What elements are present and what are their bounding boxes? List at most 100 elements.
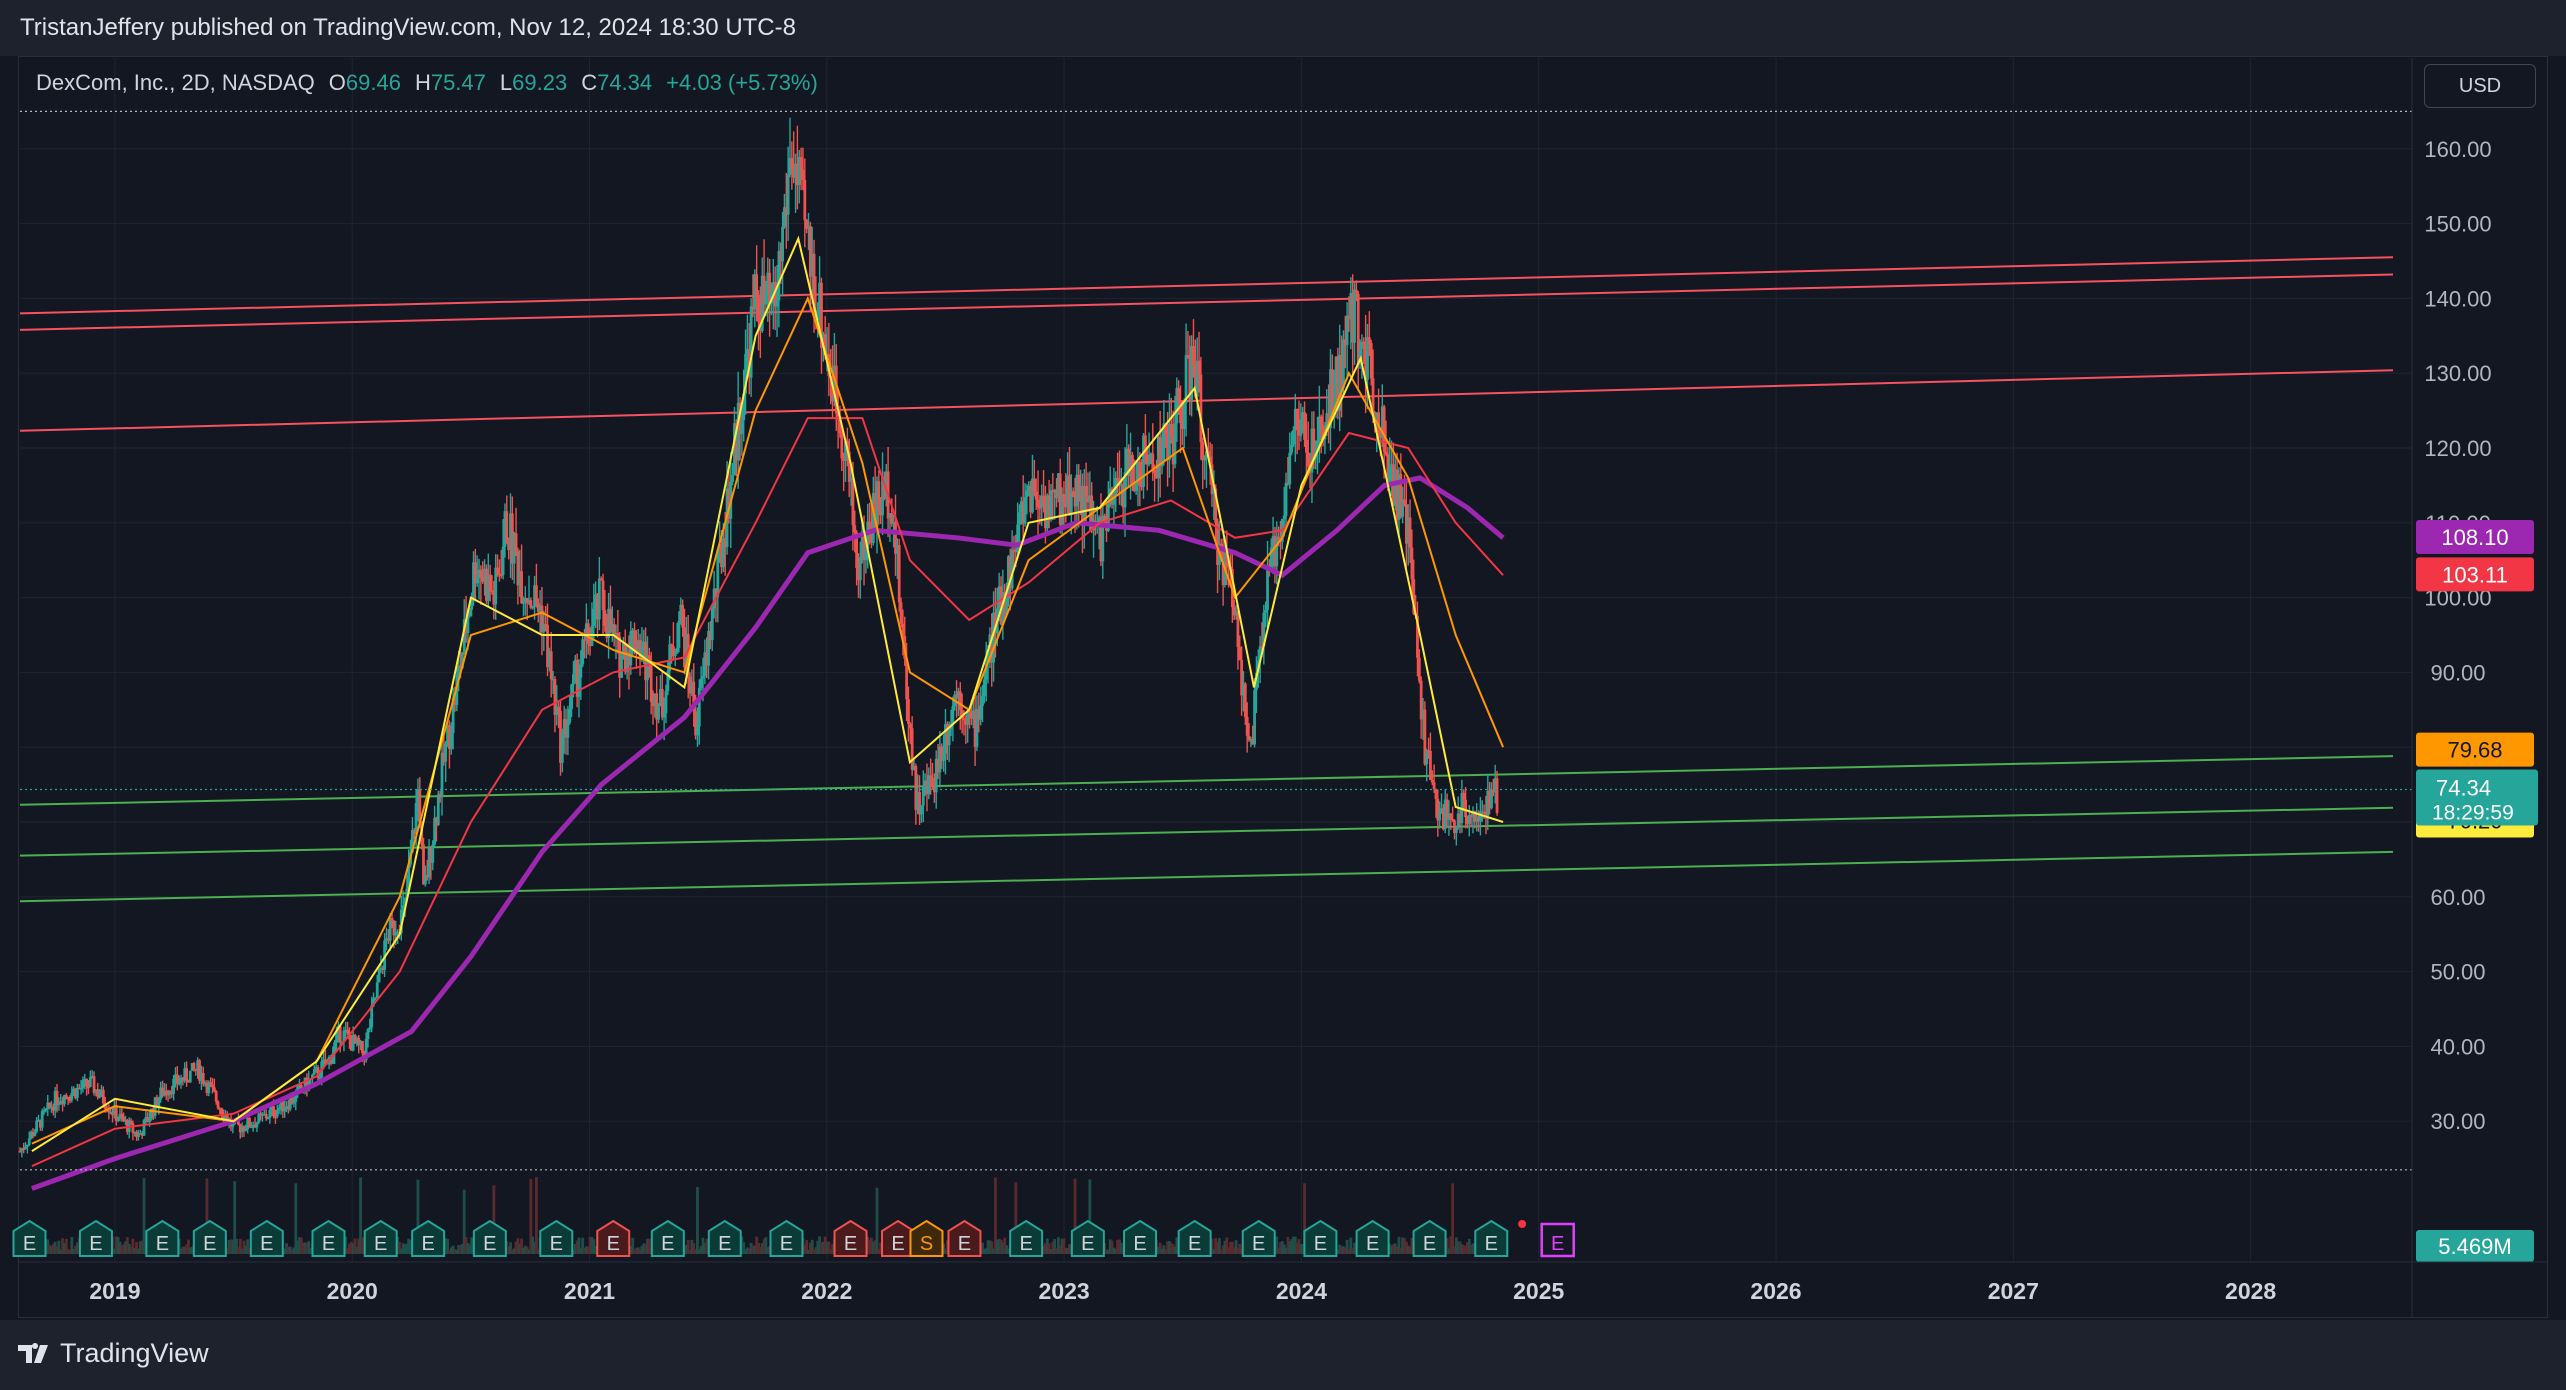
candle-body: [1103, 515, 1107, 521]
candle-body: [577, 677, 581, 697]
earnings-event-label: E: [1423, 1233, 1436, 1255]
candle-body: [927, 775, 931, 794]
countdown-label: 18:29:59: [2432, 802, 2514, 825]
candle-body: [268, 1109, 272, 1118]
low-value: 69.23: [512, 70, 568, 95]
y-tick-label: 160.00: [2424, 137, 2491, 162]
tradingview-logo[interactable]: TradingView: [18, 1338, 209, 1369]
candle-body: [1018, 512, 1021, 525]
candle-body: [699, 678, 703, 688]
candle-body: [670, 644, 673, 647]
volume-tag-label: 5.469M: [2438, 1234, 2511, 1259]
candle-body: [1345, 315, 1349, 346]
candle-body: [1253, 690, 1256, 745]
candle-body: [560, 734, 564, 763]
candle-body: [696, 726, 699, 736]
earnings-event-label: E: [1366, 1233, 1379, 1255]
candle-body: [1462, 792, 1466, 800]
high-label: H: [414, 70, 431, 95]
candle-body: [1197, 360, 1201, 375]
candle-body: [1384, 451, 1388, 455]
earnings-event-label: E: [421, 1233, 434, 1255]
candle-body: [64, 1095, 68, 1097]
price-tag: 103.11: [2442, 562, 2508, 587]
candle-body: [864, 548, 868, 561]
candle-body: [1236, 611, 1240, 648]
candle-body: [840, 433, 844, 459]
candle-body: [1243, 683, 1247, 717]
candles: [18, 117, 1499, 1158]
volume-bar: [535, 1176, 538, 1254]
candle-body: [479, 569, 483, 578]
close-value: 74.34: [597, 70, 653, 95]
low-label: L: [499, 70, 513, 95]
earnings-event-label: E: [483, 1233, 496, 1255]
candle-body: [55, 1090, 59, 1105]
candle-body: [373, 997, 377, 999]
earnings-event-label: E: [1485, 1233, 1498, 1255]
candle-body: [368, 1027, 372, 1030]
earnings-event-label: E: [1551, 1233, 1564, 1255]
candle-body: [231, 1124, 235, 1127]
x-tick-label: 2019: [89, 1278, 140, 1304]
candle-body: [266, 1117, 270, 1120]
candle-body: [799, 157, 803, 170]
candle-body: [660, 689, 664, 718]
candle-body: [929, 775, 933, 778]
candle-body: [947, 729, 951, 746]
candle-body: [897, 544, 901, 603]
candle-body: [583, 639, 586, 641]
currency-button[interactable]: USD: [2424, 64, 2536, 108]
price-chart[interactable]: E E E E E E E E E E E E E E E E S E E E E E E E E E E E 30.00 40.00 5…: [0, 0, 2566, 1390]
candle-body: [35, 1120, 39, 1132]
candle-body: [1353, 289, 1356, 343]
candle-body: [781, 226, 784, 262]
candle-body: [921, 786, 925, 806]
candle-body: [1342, 339, 1345, 388]
candle-body: [790, 158, 794, 170]
x-tick-label: 2021: [564, 1278, 615, 1304]
earnings-event-label: E: [718, 1233, 731, 1255]
volume-bar: [696, 1187, 699, 1254]
y-tick-label: 40.00: [2430, 1034, 2485, 1059]
candle-body: [520, 571, 524, 604]
high-value: 75.47: [430, 70, 486, 95]
candle-body: [85, 1078, 89, 1087]
close-label: C: [581, 70, 598, 95]
trendline: [19, 256, 2394, 315]
candle-body: [116, 1119, 120, 1121]
candle-body: [346, 1029, 350, 1034]
open-label: O: [328, 70, 346, 95]
candle-body: [201, 1073, 205, 1084]
candle-body: [1464, 799, 1467, 818]
candle-body: [475, 577, 479, 584]
candle-body: [129, 1120, 133, 1124]
candle-body: [248, 1118, 251, 1127]
candle-body: [120, 1113, 124, 1117]
candle-body: [68, 1099, 72, 1101]
candle-body: [1173, 423, 1177, 465]
earnings-event-label: E: [891, 1233, 904, 1255]
candle-body: [216, 1101, 220, 1109]
candle-body: [592, 608, 596, 626]
candle-body: [649, 661, 653, 702]
time-axis: 2019 2020 2021 2022 2023 2024 2025 2026 2027 2028: [18, 1261, 2548, 1304]
candle-body: [87, 1086, 90, 1089]
moving-average-line: [31, 417, 1504, 1168]
trendline: [19, 369, 2394, 432]
candle-body: [908, 723, 912, 729]
candle-body: [212, 1087, 216, 1092]
candle-body: [101, 1089, 105, 1104]
x-tick-label: 2027: [1988, 1278, 2039, 1304]
candle-body: [1153, 469, 1157, 474]
symbol-name: DexCom, Inc., 2D, NASDAQ: [36, 70, 315, 95]
x-tick-label: 2028: [2225, 1278, 2276, 1304]
open-value: 69.46: [345, 70, 401, 95]
candle-body: [586, 623, 590, 644]
candle-body: [114, 1105, 118, 1121]
candle-body: [1388, 466, 1392, 483]
candle-body: [1032, 478, 1036, 492]
y-tick-label: 50.00: [2430, 960, 2485, 985]
grid: [20, 58, 2412, 1262]
earnings-event-label: E: [1019, 1233, 1032, 1255]
